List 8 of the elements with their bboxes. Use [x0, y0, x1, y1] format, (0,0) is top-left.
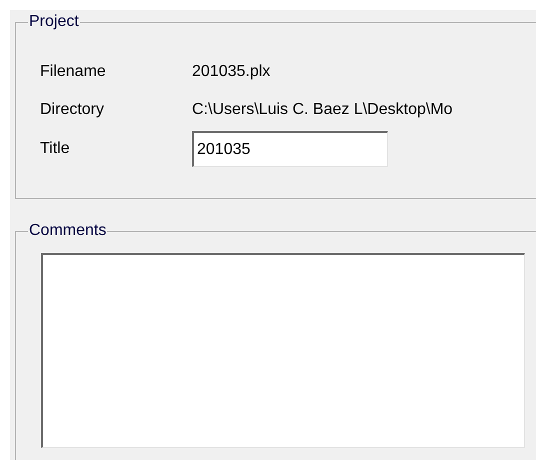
field-label: Directory [40, 100, 106, 120]
title-field[interactable]: 201035 [192, 131, 388, 167]
group-title: Project [28, 12, 80, 32]
field-value: C:\Users\Luis C. Baez L\Desktop\Mo [192, 100, 454, 120]
field-label: Title [40, 139, 71, 159]
field-label: Filename [40, 62, 107, 82]
field-value: 201035.plx [192, 62, 272, 82]
comments-field[interactable] [41, 253, 525, 448]
